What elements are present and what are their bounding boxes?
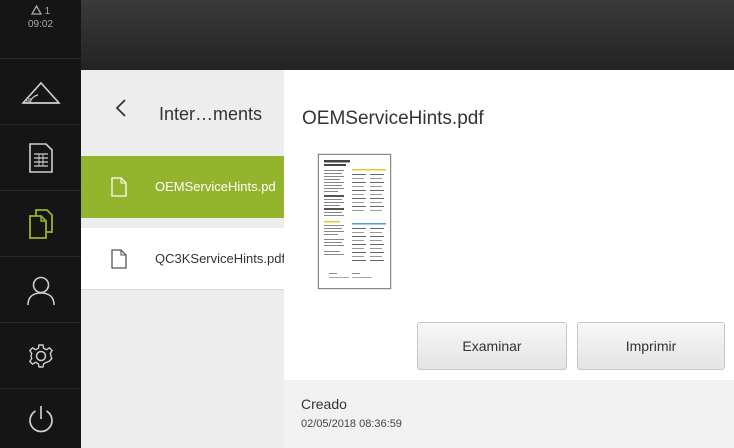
sidebar-item-settings[interactable] — [0, 322, 81, 388]
clock-time: 09:02 — [27, 19, 54, 30]
power-icon — [28, 405, 53, 432]
sidebar-item-protocol[interactable] — [0, 124, 81, 190]
folder-title: Inter…ments — [159, 104, 263, 124]
page-preview-graphic — [324, 160, 386, 278]
sidebar-item-measure[interactable] — [0, 58, 81, 124]
document-title: OEMServiceHints.pdf — [302, 108, 484, 129]
examine-button[interactable]: Examinar — [417, 322, 567, 370]
sidebar-item-user[interactable] — [0, 256, 81, 322]
file-item-qc3kservicehints[interactable]: QC3KServiceHints.pdf — [81, 228, 284, 290]
created-label: Creado — [301, 396, 347, 412]
document-thumbnail[interactable] — [318, 154, 391, 289]
gear-icon — [28, 343, 53, 368]
sidebar-item-power[interactable] — [0, 388, 81, 448]
file-icon — [111, 177, 127, 197]
status-area[interactable]: 1 09:02 — [0, 0, 81, 38]
file-item-oemservicehints[interactable]: OEMServiceHints.pdf — [81, 156, 284, 218]
file-details-panel: OEMServiceHints.pdf Examinar Imprimir Cr… — [284, 70, 734, 448]
file-icon — [111, 249, 127, 269]
warning-count: 1 — [44, 6, 51, 17]
report-icon — [28, 142, 53, 173]
file-management-icon — [28, 208, 53, 239]
chevron-left-icon — [115, 99, 126, 117]
warning-triangle-icon — [30, 4, 42, 15]
created-value: 02/05/2018 08:36:59 — [301, 418, 402, 430]
top-bar — [81, 0, 734, 70]
folder-header: Inter…ments — [81, 70, 284, 156]
warning-indicator[interactable]: 1 — [0, 4, 81, 17]
sidebar-item-file-management[interactable] — [0, 190, 81, 256]
file-name: QC3KServiceHints.pdf — [155, 251, 284, 266]
sidebar: 1 09:02 — [0, 0, 81, 448]
user-icon — [26, 276, 55, 305]
created-info: Creado 02/05/2018 08:36:59 — [284, 380, 734, 448]
measure-icon — [20, 81, 61, 104]
back-button[interactable] — [115, 98, 127, 123]
file-name: OEMServiceHints.pdf — [155, 179, 280, 194]
print-button[interactable]: Imprimir — [577, 322, 725, 370]
file-list-panel: Inter…ments OEMServiceHints.pdf QC3KServ… — [81, 70, 284, 448]
